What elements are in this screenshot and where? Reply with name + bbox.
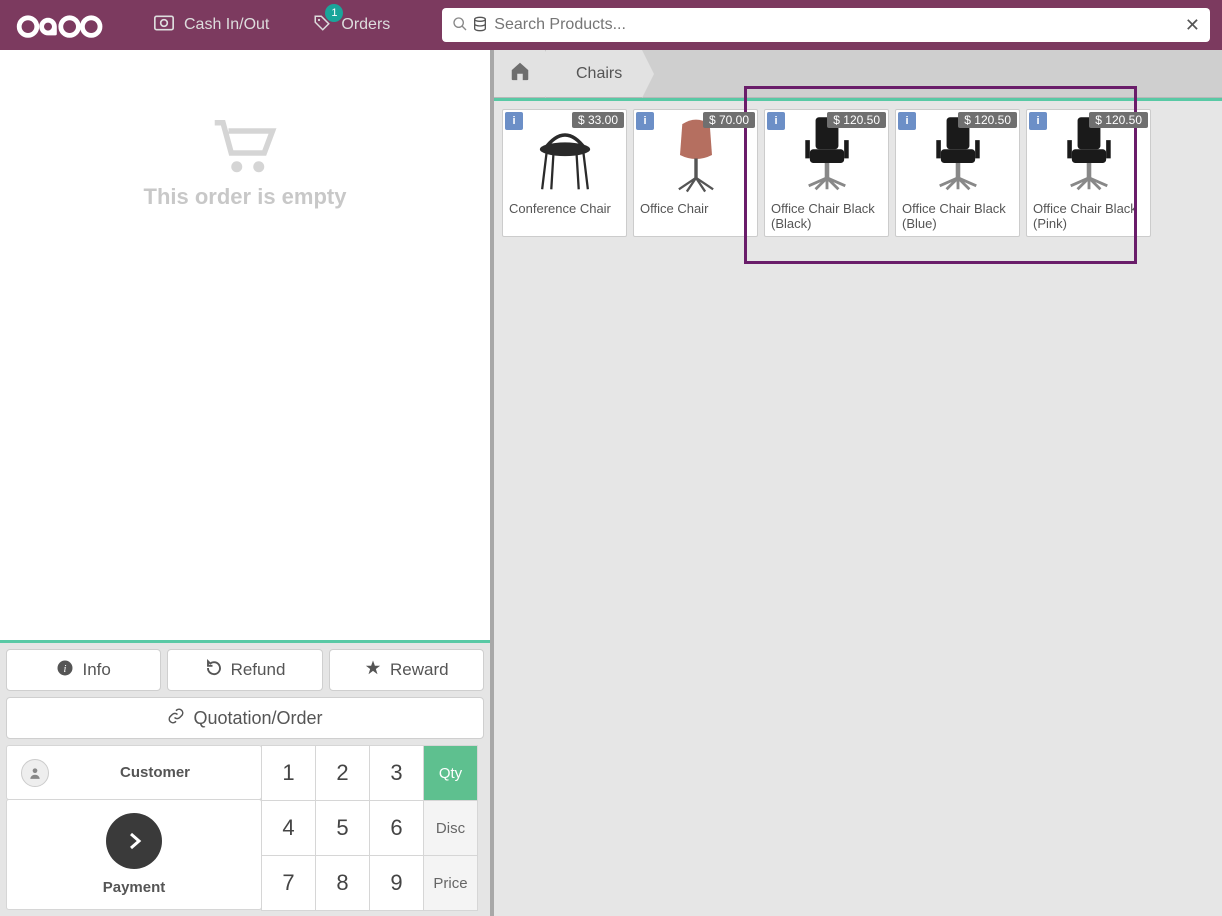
product-name: Conference Chair bbox=[503, 200, 626, 221]
product-name: Office Chair Black (Blue) bbox=[896, 200, 1019, 236]
numpad-disc[interactable]: Disc bbox=[423, 800, 478, 856]
product-price: $ 33.00 bbox=[572, 112, 624, 128]
numpad-9[interactable]: 9 bbox=[369, 855, 424, 911]
database-icon bbox=[472, 16, 488, 35]
numpad-5[interactable]: 5 bbox=[315, 800, 370, 856]
product-price: $ 70.00 bbox=[703, 112, 755, 128]
clear-search-icon[interactable]: ✕ bbox=[1185, 15, 1200, 36]
home-icon bbox=[509, 60, 531, 88]
info-button[interactable]: i Info bbox=[6, 649, 161, 691]
star-icon bbox=[364, 659, 382, 682]
breadcrumb-home[interactable] bbox=[494, 50, 546, 97]
numpad-8[interactable]: 8 bbox=[315, 855, 370, 911]
numpad-price[interactable]: Price bbox=[423, 855, 478, 911]
numpad-1[interactable]: 1 bbox=[261, 745, 316, 801]
search-input[interactable] bbox=[494, 16, 1185, 34]
product-grid: i $ 33.00 Conference Chair i $ 70.00 Off… bbox=[494, 98, 1222, 245]
product-name: Office Chair bbox=[634, 200, 757, 221]
search-box[interactable]: ✕ bbox=[442, 8, 1210, 42]
undo-icon bbox=[205, 659, 223, 682]
app-header: Cash In/Out 1 Orders ✕ bbox=[0, 0, 1222, 50]
product-card[interactable]: i $ 33.00 Conference Chair bbox=[502, 109, 627, 237]
product-price: $ 120.50 bbox=[1089, 112, 1148, 128]
numpad-4[interactable]: 4 bbox=[261, 800, 316, 856]
info-icon[interactable]: i bbox=[636, 112, 654, 130]
info-icon[interactable]: i bbox=[505, 112, 523, 130]
user-icon bbox=[21, 759, 49, 787]
product-card[interactable]: i $ 70.00 Office Chair bbox=[633, 109, 758, 237]
left-panel: This order is empty i Info Refund Reward… bbox=[0, 50, 494, 916]
numpad-3[interactable]: 3 bbox=[369, 745, 424, 801]
orders-button[interactable]: 1 Orders bbox=[291, 0, 412, 50]
svg-text:i: i bbox=[64, 663, 67, 674]
order-area: This order is empty bbox=[0, 50, 490, 640]
orders-label: Orders bbox=[341, 16, 390, 34]
numpad-7[interactable]: 7 bbox=[261, 855, 316, 911]
info-icon[interactable]: i bbox=[898, 112, 916, 130]
product-price: $ 120.50 bbox=[958, 112, 1017, 128]
product-name: Office Chair Black (Black) bbox=[765, 200, 888, 236]
info-icon[interactable]: i bbox=[1029, 112, 1047, 130]
cart-icon bbox=[210, 120, 280, 178]
cash-label: Cash In/Out bbox=[184, 16, 269, 34]
breadcrumb-category[interactable]: Chairs bbox=[546, 50, 642, 97]
customer-button[interactable]: Customer bbox=[6, 745, 262, 800]
right-panel: Chairs i $ 33.00 Conference Chair i $ 70… bbox=[494, 50, 1222, 916]
quotation-button[interactable]: Quotation/Order bbox=[6, 697, 484, 739]
search-icon bbox=[452, 16, 468, 35]
chevron-right-icon bbox=[106, 813, 162, 869]
odoo-logo[interactable] bbox=[0, 9, 132, 41]
numpad-2[interactable]: 2 bbox=[315, 745, 370, 801]
refund-button[interactable]: Refund bbox=[167, 649, 322, 691]
product-card[interactable]: i $ 120.50 Office Chair Black (Black) bbox=[764, 109, 889, 237]
reward-button[interactable]: Reward bbox=[329, 649, 484, 691]
breadcrumb: Chairs bbox=[494, 50, 1222, 98]
product-price: $ 120.50 bbox=[827, 112, 886, 128]
product-name: Office Chair Black (Pink) bbox=[1027, 200, 1150, 236]
numpad-qty[interactable]: Qty bbox=[423, 745, 478, 801]
numpad: 1 2 3 Qty 4 5 6 Disc 7 8 9 Price bbox=[261, 745, 477, 910]
link-icon bbox=[167, 707, 185, 730]
empty-order-text: This order is empty bbox=[144, 184, 347, 210]
product-card[interactable]: i $ 120.50 Office Chair Black (Blue) bbox=[895, 109, 1020, 237]
payment-button[interactable]: Payment bbox=[6, 799, 262, 910]
cash-in-out-button[interactable]: Cash In/Out bbox=[132, 0, 291, 50]
info-icon: i bbox=[56, 659, 74, 682]
info-icon[interactable]: i bbox=[767, 112, 785, 130]
product-card[interactable]: i $ 120.50 Office Chair Black (Pink) bbox=[1026, 109, 1151, 237]
cash-icon bbox=[154, 15, 174, 36]
numpad-6[interactable]: 6 bbox=[369, 800, 424, 856]
